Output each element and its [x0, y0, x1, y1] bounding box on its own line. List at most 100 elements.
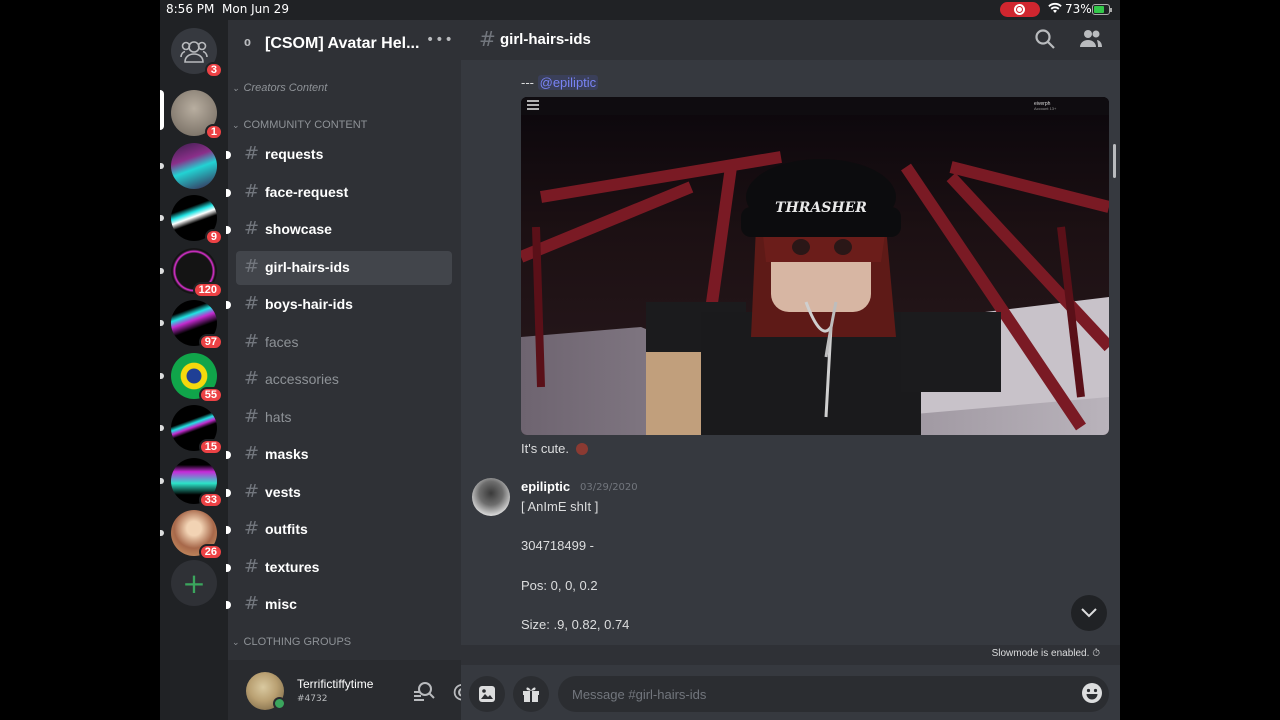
- server-name[interactable]: [CSOM] Avatar Hel...: [265, 35, 419, 53]
- wifi-icon: [1048, 2, 1062, 17]
- channel-hash-icon: #: [244, 330, 260, 352]
- server-icon-1[interactable]: 1: [171, 90, 223, 140]
- unread-pip: [160, 530, 164, 536]
- channel-hash-icon: #: [244, 143, 260, 164]
- channel-sidebar: 0 [CSOM] Avatar Hel... ••• ⌄ Creators Con…: [226, 20, 529, 720]
- category-label: COMMUNITY CONTENT: [243, 119, 368, 131]
- channel-label: girl-hairs-ids: [265, 258, 350, 275]
- image-attachment[interactable]: eiverph Account 13+ THRASHER: [521, 97, 1109, 435]
- unread-pip: [160, 215, 164, 221]
- mention-badge: 15: [198, 439, 223, 455]
- author-avatar[interactable]: [472, 478, 510, 516]
- channel-label: boys-hair-ids: [265, 296, 353, 312]
- channel-hash-icon: #: [244, 443, 260, 464]
- mention-badge: 1: [204, 124, 223, 140]
- channel-label: showcase: [265, 221, 332, 237]
- server-icon-2[interactable]: [160, 142, 217, 189]
- scrollbar-thumb[interactable]: [1113, 144, 1116, 178]
- unread-indicator: [226, 451, 231, 459]
- unread-indicator: [226, 151, 231, 159]
- message-author[interactable]: epiliptic: [521, 479, 570, 494]
- channel-boys-hair-ids[interactable]: # boys-hair-ids: [226, 288, 452, 322]
- message-text: It's cute.: [521, 441, 588, 456]
- user-mention[interactable]: @epiliptic: [537, 75, 599, 90]
- channel-label: hats: [265, 408, 292, 425]
- battery-level: [1094, 6, 1105, 13]
- gift-button[interactable]: [513, 676, 549, 712]
- server-icon-8[interactable]: 33: [160, 457, 223, 508]
- mention-badge: 97: [198, 334, 223, 350]
- unread-indicator: [226, 188, 231, 197]
- mention-badge: 26: [198, 544, 223, 560]
- category-creators-content[interactable]: ⌄ Creators Content: [232, 82, 327, 94]
- unread-indicator: [226, 601, 231, 609]
- server-icon-6[interactable]: 55: [160, 352, 223, 403]
- server-icon-3[interactable]: 9: [160, 195, 223, 245]
- message-list[interactable]: --- @epiliptic eiverph Account 13+ THRAS…: [461, 60, 1120, 665]
- channel-face-request[interactable]: # face-request: [226, 176, 452, 210]
- channel-label: vests: [265, 483, 301, 500]
- channel-label: textures: [265, 558, 320, 575]
- message-composer: [461, 665, 1120, 720]
- mention-badge: 33: [198, 491, 223, 508]
- server-icon-9[interactable]: 26: [160, 510, 223, 560]
- channel-hash-icon: #: [244, 293, 260, 314]
- message-text: --- @epiliptic: [521, 75, 599, 90]
- server-header[interactable]: 0 [CSOM] Avatar Hel... •••: [228, 20, 461, 70]
- emoji-button[interactable]: [1081, 682, 1105, 706]
- channel-masks[interactable]: # masks: [226, 438, 452, 472]
- channel-hats[interactable]: # hats: [236, 401, 452, 435]
- chevron-down-icon: ⌄: [232, 83, 240, 93]
- channel-vests[interactable]: # vests: [226, 476, 452, 510]
- unread-pip: [160, 162, 164, 169]
- server-icon-7[interactable]: 15: [160, 405, 223, 455]
- channel-requests[interactable]: # requests: [226, 138, 452, 172]
- jump-to-bottom-button[interactable]: [1071, 595, 1107, 631]
- channel-faces[interactable]: # faces: [236, 326, 452, 360]
- chat-panel: # girl-hairs-ids --- @epiliptic eiverph …: [461, 20, 1120, 720]
- category-community-content[interactable]: ⌄ COMMUNITY CONTENT: [232, 119, 367, 131]
- search-icon[interactable]: [1034, 28, 1058, 52]
- channel-hash-icon: #: [244, 368, 260, 389]
- status-time: 8:56 PM: [166, 2, 215, 16]
- category-clothing-groups[interactable]: ⌄ CLOTHING GROUPS: [232, 636, 351, 648]
- category-label: CLOTHING GROUPS: [243, 636, 352, 648]
- channel-showcase[interactable]: # showcase: [226, 213, 452, 247]
- unread-pip: [160, 425, 164, 431]
- unread-pip: [160, 372, 164, 379]
- server-icon-5[interactable]: 97: [160, 300, 223, 350]
- chevron-down-icon: ⌄: [232, 120, 240, 130]
- channel-hash-icon: #: [479, 27, 496, 51]
- direct-messages-button[interactable]: 3: [171, 28, 223, 78]
- unread-indicator: [226, 526, 231, 534]
- channel-girl-hairs-ids[interactable]: # girl-hairs-ids: [236, 250, 452, 285]
- server-icon-4[interactable]: 120: [160, 247, 223, 298]
- plus-icon: +: [182, 566, 206, 600]
- unread-indicator: [226, 226, 231, 234]
- mention-badge: 55: [198, 386, 223, 403]
- server-rail: 3 1 9 120 97 55 15 33 26 +: [160, 20, 228, 660]
- channel-hash-icon: #: [244, 218, 260, 239]
- screen-recording-icon[interactable]: [1000, 2, 1040, 17]
- ipad-screen: 8:56 PM Mon Jun 29 73% 3 1 9 120 97 55 15 33 26…: [160, 0, 1120, 720]
- unread-pip: [160, 320, 164, 326]
- unread-indicator: [226, 301, 231, 309]
- channel-textures[interactable]: # textures: [226, 551, 452, 585]
- image-icon: [479, 686, 495, 702]
- category-label: Creators Content: [243, 82, 328, 94]
- channel-label: outfits: [265, 521, 308, 537]
- channel-misc[interactable]: # misc: [226, 588, 452, 622]
- member-list-icon[interactable]: [1079, 28, 1103, 52]
- attach-image-button[interactable]: [469, 676, 505, 712]
- message-line: [ AnImE shIt ]: [521, 499, 599, 514]
- channel-label: masks: [265, 446, 309, 462]
- message-input[interactable]: [558, 676, 1109, 712]
- unread-pip: [160, 477, 164, 484]
- search-members-icon[interactable]: [413, 680, 435, 702]
- add-server-button[interactable]: +: [171, 560, 217, 606]
- caption-text: It's cute.: [521, 441, 570, 456]
- channel-outfits[interactable]: # outfits: [226, 513, 452, 547]
- chat-header: # girl-hairs-ids: [461, 20, 1120, 60]
- more-options-icon[interactable]: •••: [426, 32, 454, 48]
- channel-accessories[interactable]: # accessories: [236, 363, 452, 397]
